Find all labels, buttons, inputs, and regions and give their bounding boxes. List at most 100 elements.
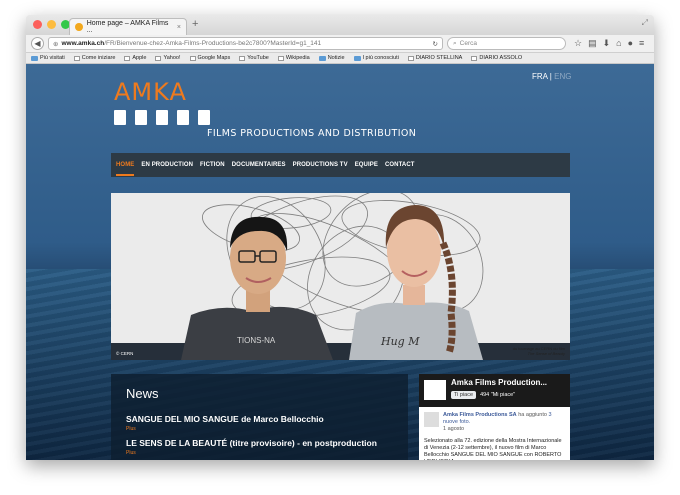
url-text: www.amka.ch/FR/Bienvenue-chez-Amka-Films… xyxy=(61,40,321,47)
new-tab-button[interactable]: + xyxy=(192,18,198,30)
fb-post-action: ha aggiunto xyxy=(518,412,547,418)
fb-post-text: Selezionato alla 72. edizione della Most… xyxy=(424,438,562,460)
news-list: SANGUE DEL MIO SANGUE de Marco Bellocchi… xyxy=(126,414,393,460)
bookmark-label: YouTube xyxy=(247,55,269,61)
page-icon xyxy=(73,55,80,61)
menu-item-fiction[interactable]: FICTION xyxy=(200,162,225,168)
bookmark-label: Apple xyxy=(132,55,147,61)
fb-like-button[interactable]: Ti piace xyxy=(451,391,477,399)
bookmark-item[interactable]: Wikipedia xyxy=(277,55,310,61)
address-bar[interactable]: ⊕ www.amka.ch/FR/Bienvenue-chez-Amka-Fil… xyxy=(48,37,443,50)
news-more-link[interactable]: Plus xyxy=(126,426,393,432)
menu-icon[interactable]: ≡ xyxy=(639,38,644,49)
navigation-bar: ◀ ⊕ www.amka.ch/FR/Bienvenue-chez-Amka-F… xyxy=(26,35,654,53)
search-box[interactable]: ⌕ Cerca xyxy=(447,37,566,50)
bookmark-label: Più visitati xyxy=(40,55,65,61)
fb-post-author[interactable]: Amka Films Productions SA xyxy=(443,412,517,418)
news-item: LE SENS DE LA BEAUTÉ (titre provisoire) … xyxy=(126,438,393,456)
minimize-window-button[interactable] xyxy=(47,20,56,29)
home-icon[interactable]: ⌂ xyxy=(616,38,621,49)
bookmark-item[interactable]: Più visitati xyxy=(31,55,65,61)
bookmark-item[interactable]: Google Maps xyxy=(189,55,231,61)
download-icon[interactable]: ⬇ xyxy=(603,38,611,49)
fb-post: Amka Films Productions SA ha aggiunto 3 … xyxy=(419,407,570,438)
tab-title: Home page – AMKA Films ... xyxy=(86,20,169,34)
bookmark-label: I più conosciuti xyxy=(362,55,399,61)
reload-icon[interactable]: ↻ xyxy=(433,40,438,48)
shirt-text-2: Hug M xyxy=(380,335,420,348)
page-icon xyxy=(189,55,196,61)
bookmark-label: DIARIO ASSOLO xyxy=(479,55,523,61)
bookmark-label: Google Maps xyxy=(197,55,231,61)
page-icon xyxy=(239,55,246,61)
lang-fr-link[interactable]: FRA xyxy=(532,72,548,81)
menu-item-contact[interactable]: CONTACT xyxy=(385,162,415,168)
news-title[interactable]: SANGUE DEL MIO SANGUE de Marco Bellocchi… xyxy=(126,414,393,424)
bookmark-item[interactable]: I più conosciuti xyxy=(353,55,399,61)
hero-credit: © CERN xyxy=(116,351,134,356)
fullscreen-icon[interactable]: ⤢ xyxy=(642,18,648,28)
page-icon xyxy=(471,55,478,61)
logo-film-frames xyxy=(114,110,210,125)
bookmark-label: Yahoo! xyxy=(163,55,181,61)
main-menu: HOME EN PRODUCTION FICTION DOCUMENTAIRES PRO… xyxy=(111,153,570,177)
page-icon xyxy=(155,55,162,61)
hero-caption-line2: The Sense of Beauty xyxy=(527,351,565,356)
bookmark-label: DIARIO STELLINA xyxy=(415,55,463,61)
fb-post-avatar[interactable] xyxy=(424,412,439,427)
bookmark-label: Notizie xyxy=(327,55,345,61)
shirt-text: TIONS-NA xyxy=(237,336,276,345)
url-host: www.amka.ch xyxy=(61,40,105,47)
menu-item-productions-tv[interactable]: PRODUCTIONS TV xyxy=(293,162,348,168)
title-bar: Home page – AMKA Films ... × + ⤢ xyxy=(26,15,654,35)
favicon-icon xyxy=(75,23,83,31)
page-icon xyxy=(277,55,284,61)
fb-post-meta: Amka Films Productions SA ha aggiunto 3 … xyxy=(443,412,565,433)
globe-icon: ⊕ xyxy=(53,40,59,48)
chat-icon[interactable]: ● xyxy=(628,38,633,49)
browser-window: Home page – AMKA Films ... × + ⤢ ◀ ⊕ www… xyxy=(26,15,654,460)
site-logo[interactable]: AMKA xyxy=(114,78,210,125)
hero-image: TIONS-NA Hug M © CERN du tournage au CER… xyxy=(111,193,570,360)
news-item: SANGUE DEL MIO SANGUE de Marco Bellocchi… xyxy=(126,414,393,432)
bookmark-item[interactable]: DIARIO ASSOLO xyxy=(471,55,522,61)
fb-page-thumbnail[interactable] xyxy=(424,380,446,400)
folder-icon xyxy=(353,55,361,61)
menu-item-equipe[interactable]: EQUIPE xyxy=(355,162,378,168)
tab-close-icon[interactable]: × xyxy=(177,24,181,31)
bookmark-star-icon[interactable]: ☆ xyxy=(574,38,582,49)
lang-separator: | xyxy=(549,72,552,81)
bookmark-item[interactable]: Come iniziare xyxy=(73,55,116,61)
news-panel: News SANGUE DEL MIO SANGUE de Marco Bell… xyxy=(111,374,408,460)
bookmark-item[interactable]: Yahoo! xyxy=(155,55,181,61)
news-more-link[interactable]: Plus xyxy=(126,450,393,456)
close-window-button[interactable] xyxy=(33,20,42,29)
bookmark-label: Come iniziare xyxy=(81,55,116,61)
site-tagline: FILMS PRODUCTIONS AND DISTRIBUTION xyxy=(207,128,417,139)
search-icon: ⌕ xyxy=(453,39,457,47)
window-controls xyxy=(33,20,70,29)
bookmark-item[interactable]: YouTube xyxy=(239,55,269,61)
menu-item-home[interactable]: HOME xyxy=(116,162,135,176)
folder-icon xyxy=(31,55,38,61)
toolbar-icons: ☆ ▤ ⬇ ⌂ ● ≡ xyxy=(574,38,644,49)
fb-page-name[interactable]: Amka Films Production... xyxy=(451,378,547,387)
hero-photo-illustration: TIONS-NA Hug M xyxy=(111,193,570,360)
language-switch: FRA | ENG xyxy=(532,72,571,81)
bookmark-item[interactable]: DIARIO STELLINA xyxy=(407,55,463,61)
reading-list-icon[interactable]: ▤ xyxy=(588,38,597,49)
fb-header: Amka Films Production... Ti piace 494 "M… xyxy=(419,374,570,407)
news-title[interactable]: LE SENS DE LA BEAUTÉ (titre provisoire) … xyxy=(126,438,393,448)
lang-eng-link[interactable]: ENG xyxy=(554,72,571,81)
folder-icon xyxy=(318,55,326,61)
bookmark-item[interactable]: Notizie xyxy=(318,55,345,61)
browser-tab[interactable]: Home page – AMKA Films ... × xyxy=(69,18,187,35)
search-placeholder: Cerca xyxy=(459,40,477,47)
bookmark-item[interactable]: Apple xyxy=(124,55,146,61)
menu-item-documentaires[interactable]: DOCUMENTAIRES xyxy=(232,162,286,168)
fb-like-row: Ti piace 494 "Mi piace" xyxy=(451,391,515,399)
menu-item-en-production[interactable]: EN PRODUCTION xyxy=(141,162,193,168)
back-button[interactable]: ◀ xyxy=(31,37,44,50)
news-heading: News xyxy=(126,386,159,401)
fb-post-date: 1 agosto xyxy=(443,426,465,432)
